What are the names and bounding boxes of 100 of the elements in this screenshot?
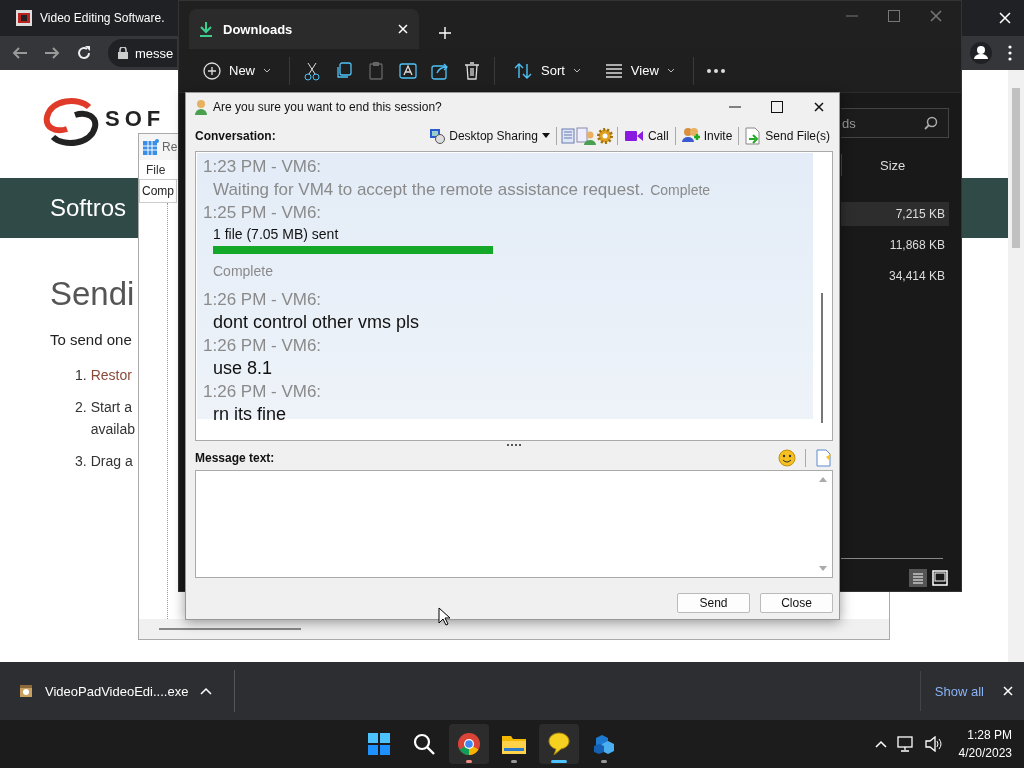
window-title: Re bbox=[162, 140, 178, 154]
step-text: Start a bbox=[90, 398, 132, 417]
taskbar-button[interactable] bbox=[538, 724, 579, 764]
search-icon bbox=[412, 733, 435, 755]
intro-text: To send one bbox=[50, 331, 132, 348]
file-size: 34,414 KB bbox=[888, 269, 945, 283]
clock[interactable]: 1:28 PM 4/20/2023 bbox=[958, 728, 1012, 760]
show-all-link[interactable]: Show all bbox=[919, 671, 992, 711]
section-label: Conversation: bbox=[195, 128, 276, 143]
profile-icon[interactable] bbox=[970, 42, 992, 64]
copy-icon[interactable] bbox=[334, 60, 354, 81]
search-field[interactable]: ds bbox=[841, 108, 949, 138]
windows-start-icon bbox=[367, 733, 390, 755]
cubes-icon bbox=[591, 732, 616, 756]
package-icon bbox=[19, 684, 33, 698]
grid-icon bbox=[143, 139, 159, 155]
message-text: dont control other vms pls bbox=[213, 310, 421, 334]
taskbar-button[interactable] bbox=[448, 724, 489, 764]
file-name[interactable]: VideoPadVideoEdi....exe bbox=[45, 683, 189, 699]
tab-title: Downloads bbox=[223, 21, 293, 37]
caret-icon[interactable] bbox=[200, 687, 213, 695]
forward-icon[interactable] bbox=[44, 46, 60, 60]
scissors-icon[interactable] bbox=[302, 60, 322, 81]
toolbar-button[interactable]: View bbox=[598, 59, 681, 82]
file-row[interactable]: 34,414 KB bbox=[841, 264, 949, 288]
menu-item[interactable]: File bbox=[146, 162, 166, 177]
browser-icon bbox=[456, 732, 481, 756]
system-message: Waiting for VM4 to accept the remote assistance request. bbox=[213, 178, 645, 201]
file-size: 7,215 KB bbox=[895, 207, 945, 221]
scroll-thumb[interactable] bbox=[159, 628, 301, 630]
monitor-icon bbox=[429, 127, 446, 144]
person-icon bbox=[195, 98, 207, 115]
file-transfer-text: 1 file (7.05 MB) sent bbox=[213, 224, 340, 244]
search-icon[interactable] bbox=[924, 116, 938, 130]
maximize-icon[interactable] bbox=[771, 100, 783, 113]
plus-icon[interactable] bbox=[439, 27, 451, 39]
toolbar-button[interactable]: Sort bbox=[507, 57, 587, 84]
video-camera-icon bbox=[623, 128, 644, 143]
status-text: Complete bbox=[213, 261, 274, 281]
download-icon bbox=[199, 21, 213, 37]
more-icon[interactable] bbox=[705, 67, 726, 74]
message-header: 1:23 PM - VM6: bbox=[203, 155, 323, 178]
reload-icon[interactable] bbox=[76, 45, 92, 61]
toolbar-button[interactable]: Call bbox=[620, 128, 672, 143]
menu-icon[interactable] bbox=[1008, 45, 1012, 61]
folder-icon bbox=[501, 734, 526, 754]
step-number: 3. bbox=[75, 452, 87, 471]
toolbar-button[interactable]: Desktop Sharing bbox=[426, 127, 553, 144]
logo-icon bbox=[43, 97, 99, 147]
toolbar-button[interactable]: New bbox=[197, 57, 277, 84]
date-text: 4/20/2023 bbox=[958, 746, 1012, 760]
banner-title: Softros bbox=[50, 194, 127, 222]
dialog-button[interactable]: Send bbox=[677, 593, 750, 613]
close-icon[interactable] bbox=[813, 100, 825, 113]
toolbar-button[interactable]: Send File(s) bbox=[742, 126, 833, 145]
tab-title[interactable]: Video Editing Software. bbox=[40, 11, 165, 25]
message-header: 1:26 PM - VM6: bbox=[203, 288, 323, 311]
document-arrow-icon bbox=[745, 126, 762, 145]
clipboard-icon[interactable] bbox=[366, 60, 386, 81]
dialog-button[interactable]: Close bbox=[760, 593, 833, 613]
lock-icon bbox=[118, 47, 128, 59]
splitter-handle-icon[interactable] bbox=[507, 444, 521, 447]
info-person-icon[interactable] bbox=[575, 126, 596, 145]
chevron-icon bbox=[572, 68, 581, 73]
chevron-icon bbox=[666, 68, 675, 73]
step-text: Drag a bbox=[90, 452, 133, 471]
message-header: 1:26 PM - VM6: bbox=[203, 380, 323, 403]
file-row[interactable]: 11,868 KB bbox=[841, 233, 949, 257]
people-icon bbox=[681, 126, 700, 145]
volume-icon[interactable] bbox=[924, 736, 943, 752]
rename-icon[interactable] bbox=[398, 60, 418, 81]
tab[interactable]: Downloads bbox=[189, 9, 419, 49]
page-heading: Sendi bbox=[50, 275, 135, 313]
step-text: availab bbox=[90, 420, 136, 439]
tab[interactable]: Comp bbox=[139, 180, 177, 203]
address-bar[interactable]: messe bbox=[108, 39, 177, 67]
section-label: Message text: bbox=[195, 451, 275, 466]
file-size: 11,868 KB bbox=[889, 238, 945, 252]
chevron-up-icon[interactable] bbox=[874, 740, 887, 748]
gear-icon[interactable] bbox=[595, 126, 614, 145]
logo-text: SOF bbox=[105, 108, 166, 130]
mouse-cursor-icon bbox=[438, 607, 450, 626]
scroll-thumb[interactable] bbox=[821, 292, 823, 423]
back-icon[interactable] bbox=[12, 46, 28, 60]
status-text: Complete bbox=[650, 181, 711, 198]
tiles-view-icon[interactable] bbox=[931, 569, 949, 587]
message-header: 1:25 PM - VM6: bbox=[203, 201, 323, 224]
scroll-thumb[interactable] bbox=[1012, 88, 1020, 248]
toolbar-button[interactable]: Invite bbox=[678, 126, 736, 145]
message-header: 1:26 PM - VM6: bbox=[203, 334, 323, 357]
file-row[interactable]: 7,215 KB bbox=[841, 202, 949, 226]
step-number: 2. bbox=[75, 398, 87, 417]
message-text: rn its fine bbox=[213, 402, 288, 426]
search-placeholder: ds bbox=[842, 115, 856, 131]
trash-icon[interactable] bbox=[462, 60, 482, 81]
column-header[interactable]: Size bbox=[880, 157, 906, 173]
step-link[interactable]: Restor bbox=[90, 364, 132, 386]
smiley-icon[interactable] bbox=[778, 449, 796, 468]
network-icon[interactable] bbox=[896, 736, 915, 752]
window-title: Are you sure you want to end this session? bbox=[213, 99, 442, 114]
